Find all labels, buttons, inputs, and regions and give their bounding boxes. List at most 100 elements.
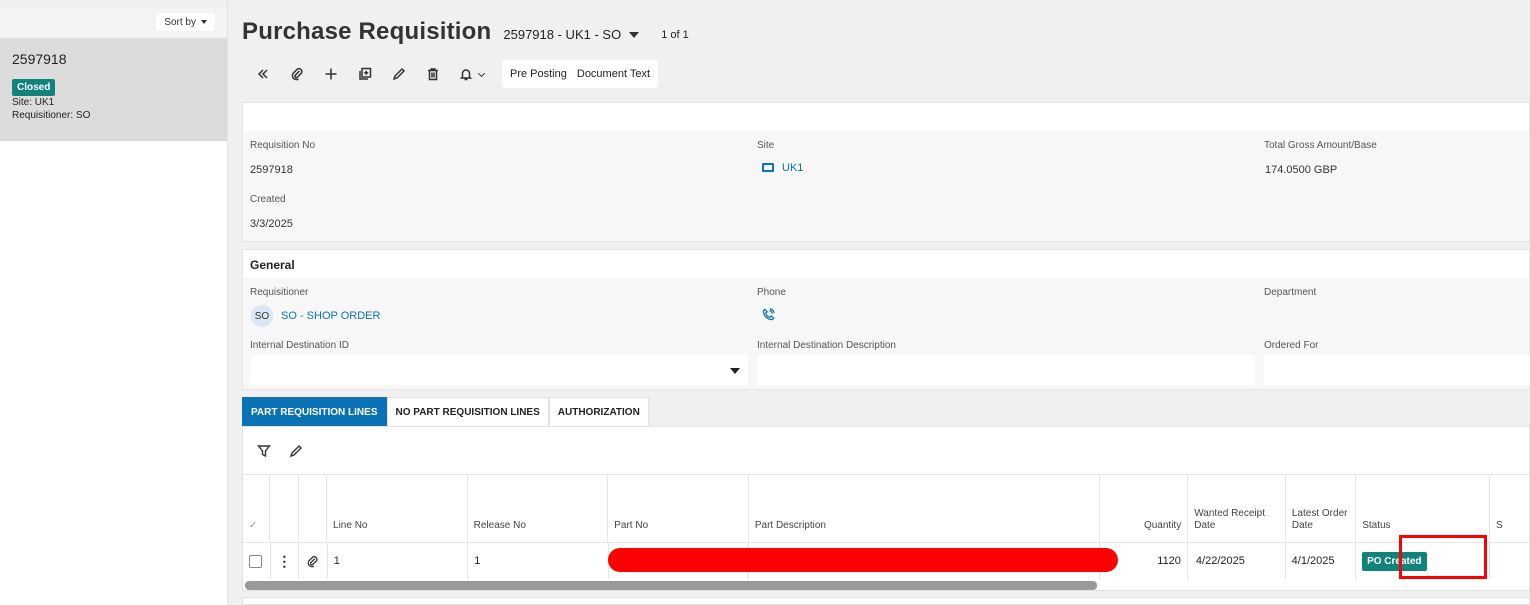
navigator-site: Site: UK1 (12, 97, 55, 108)
copy-icon (359, 67, 372, 80)
row-select-cell (243, 543, 271, 579)
cell-next (1490, 543, 1529, 579)
row-attachment-cell (299, 543, 328, 579)
grid-toolbar (243, 427, 1529, 475)
grid-header-row: ✓ Line No Release No Part No Part Descri… (243, 475, 1529, 543)
double-chevron-left-icon (257, 69, 268, 79)
column-header-line-no[interactable]: Line No (327, 475, 468, 542)
internal-destination-description-label: Internal Destination Description (757, 340, 896, 351)
redaction-mark (608, 548, 1118, 572)
site-icon (762, 162, 774, 172)
created-value: 3/3/2025 (250, 218, 293, 230)
site-value: UK1 (782, 162, 804, 174)
trash-icon (428, 68, 438, 81)
attachments-button[interactable] (280, 61, 314, 87)
phone-call-button[interactable] (762, 308, 775, 324)
column-header-status[interactable]: Status (1356, 475, 1490, 542)
sort-by-label: Sort by (164, 16, 196, 28)
status-highlight-box (1399, 535, 1487, 579)
summary-panel-header (243, 103, 1529, 131)
general-panel-header (243, 250, 1529, 278)
ordered-for-label: Ordered For (1264, 340, 1319, 351)
pre-posting-button[interactable]: Pre Posting (505, 68, 572, 80)
new-button[interactable] (314, 61, 348, 87)
summary-panel: Requisition No 2597918 Site UK1 Total Gr… (242, 102, 1530, 242)
site-link[interactable]: UK1 (762, 162, 803, 174)
plus-icon (325, 68, 337, 80)
column-header-quantity[interactable]: Quantity (1100, 475, 1189, 542)
collapse-navigator-button[interactable] (246, 61, 280, 87)
main-content: Purchase Requisition 2597918 - UK1 - SO … (228, 0, 1530, 605)
cell-release-no: 1 (468, 543, 609, 579)
command-toolbar: Pre Posting Document Text (246, 60, 659, 88)
menu-column-header (270, 475, 299, 542)
requisitioner-link[interactable]: SO SO - SHOP ORDER (251, 305, 380, 327)
requisitioner-label: Requisitioner (250, 287, 309, 298)
tab-authorization[interactable]: AUTHORIZATION (548, 397, 649, 427)
record-selector-label: 2597918 - UK1 - SO (503, 27, 622, 42)
row-checkbox[interactable] (249, 554, 262, 568)
internal-destination-id-label: Internal Destination ID (250, 340, 349, 351)
cell-line-no: 1 (328, 543, 469, 579)
internal-destination-id-dropdown[interactable] (250, 355, 748, 385)
sort-by-button[interactable]: Sort by (156, 13, 215, 31)
site-label: Site (757, 140, 775, 151)
caret-down-icon (730, 368, 740, 374)
row-menu-cell: ⋮ (271, 543, 300, 579)
horizontal-scrollbar[interactable] (245, 581, 1097, 590)
tab-part-requisition-lines[interactable]: PART REQUISITION LINES (242, 397, 387, 427)
navigator-toolbar: Sort by (0, 0, 227, 38)
select-all-header[interactable]: ✓ (243, 475, 271, 542)
page-title: Purchase Requisition (242, 18, 492, 45)
internal-destination-description-field[interactable] (757, 355, 1255, 385)
column-header-wanted-receipt-date[interactable]: Wanted Receipt Date (1188, 475, 1286, 542)
record-navigator: Sort by 2597918 Closed Site: UK1 Requisi… (0, 0, 228, 605)
cell-wanted-receipt-date: 4/22/2025 (1188, 543, 1286, 579)
paperclip-icon (291, 67, 303, 81)
column-header-part-no[interactable]: Part No (608, 475, 749, 542)
navigator-record-card[interactable]: 2597918 Closed Site: UK1 Requisitioner: … (0, 38, 227, 141)
cell-latest-order-date: 4/1/2025 (1286, 543, 1357, 579)
general-panel: General Requisitioner SO SO - SHOP ORDER … (242, 249, 1530, 390)
table-row[interactable]: ⋮ 1 1 1120 4/22/2025 4/1/2025 PO Created (243, 543, 1529, 579)
requisition-lines-grid: ✓ Line No Release No Part No Part Descri… (242, 426, 1530, 591)
total-gross-value: 174.0500 GBP (1265, 164, 1338, 176)
filter-icon[interactable] (257, 444, 271, 458)
phone-icon (762, 308, 775, 321)
ordered-for-field[interactable] (1264, 355, 1530, 385)
bell-icon (459, 69, 472, 81)
paperclip-icon[interactable] (306, 555, 319, 568)
column-header-next[interactable]: S (1490, 475, 1529, 542)
document-text-button[interactable]: Document Text (572, 68, 655, 80)
tab-no-part-requisition-lines[interactable]: NO PART REQUISITION LINES (386, 397, 549, 427)
record-selector[interactable]: 2597918 - UK1 - SO 1 of 1 (503, 27, 688, 42)
total-gross-label: Total Gross Amount/Base (1264, 140, 1377, 151)
column-header-latest-order-date[interactable]: Latest Order Date (1286, 475, 1357, 542)
subscribe-button[interactable] (450, 61, 494, 87)
created-label: Created (250, 194, 286, 205)
attachment-column-header (299, 475, 328, 542)
requisition-no-label: Requisition No (250, 140, 316, 151)
navigator-record-number: 2597918 (12, 51, 67, 67)
caret-down-icon (629, 31, 640, 38)
page-header: Purchase Requisition 2597918 - UK1 - SO … (242, 18, 689, 46)
department-label: Department (1264, 287, 1317, 298)
next-panel-edge (242, 597, 1530, 605)
kebab-menu-icon[interactable]: ⋮ (277, 553, 291, 570)
general-section-title: General (250, 258, 295, 272)
requisition-no-value: 2597918 (250, 164, 293, 176)
status-badge: Closed (12, 79, 56, 96)
column-header-release-no[interactable]: Release No (468, 475, 609, 542)
delete-button[interactable] (416, 61, 450, 87)
record-pager: 1 of 1 (661, 28, 689, 41)
pencil-icon (392, 67, 406, 81)
avatar: SO (251, 305, 273, 327)
duplicate-button[interactable] (348, 61, 382, 87)
caret-down-icon (201, 20, 207, 24)
chevron-down-icon (477, 72, 485, 77)
requisitioner-value: SO - SHOP ORDER (281, 309, 381, 322)
pencil-icon[interactable] (289, 444, 303, 458)
phone-label: Phone (757, 287, 786, 298)
edit-button[interactable] (382, 61, 416, 87)
column-header-part-description[interactable]: Part Description (749, 475, 1101, 542)
